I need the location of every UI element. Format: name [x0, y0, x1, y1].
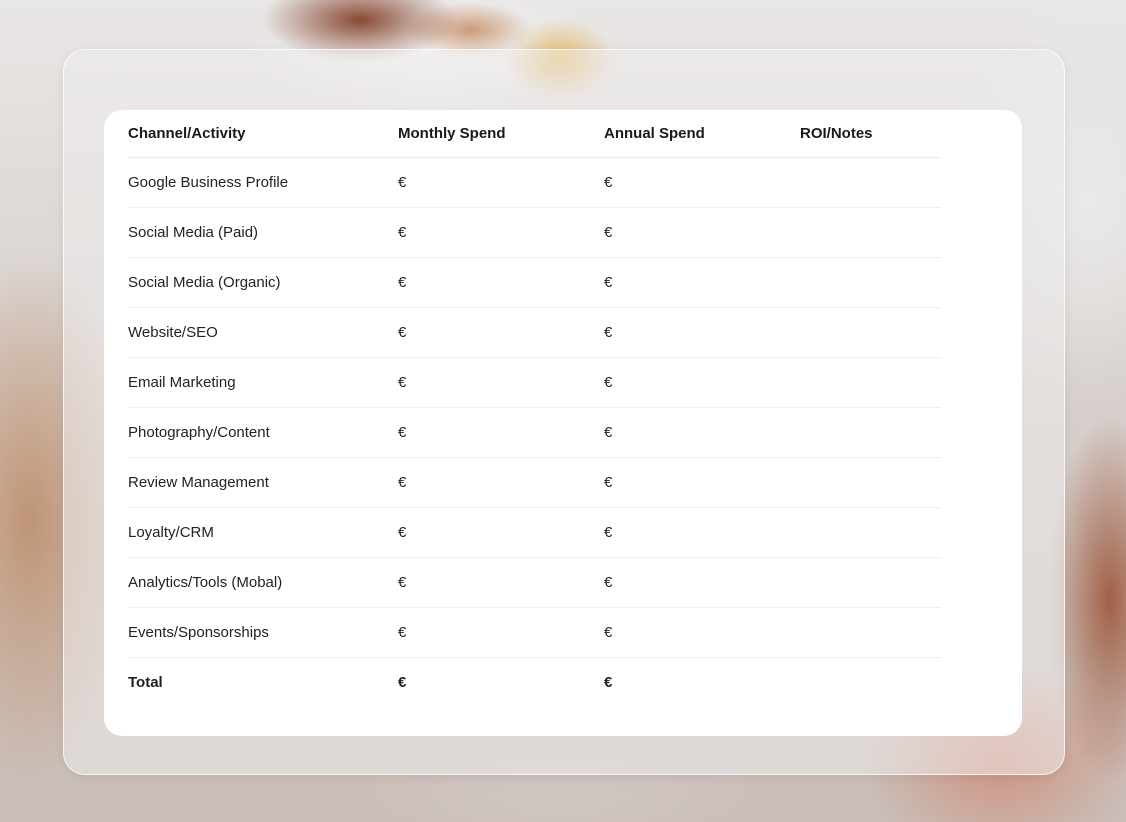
table-row: Loyalty/CRM € €	[128, 507, 941, 558]
cell-notes	[800, 507, 941, 558]
table-row: Google Business Profile € €	[128, 157, 941, 208]
cell-notes	[800, 407, 941, 458]
cell-channel: Analytics/Tools (Mobal)	[128, 557, 398, 608]
table-row: Email Marketing € €	[128, 357, 941, 408]
header-roi-notes: ROI/Notes	[800, 110, 941, 158]
cell-notes	[800, 457, 941, 508]
cell-channel: Photography/Content	[128, 407, 398, 458]
cell-monthly: €	[398, 357, 604, 408]
cell-annual: €	[604, 407, 800, 458]
cell-notes	[800, 357, 941, 408]
table-row: Review Management € €	[128, 457, 941, 508]
cell-monthly: €	[398, 607, 604, 658]
cell-annual: €	[604, 307, 800, 358]
header-monthly-spend: Monthly Spend	[398, 110, 604, 158]
cell-channel: Google Business Profile	[128, 157, 398, 208]
table-row: Analytics/Tools (Mobal) € €	[128, 557, 941, 608]
total-row: Total € €	[128, 658, 941, 708]
cell-notes	[800, 557, 941, 608]
cell-annual: €	[604, 157, 800, 208]
budget-table-card: Channel/Activity Monthly Spend Annual Sp…	[104, 110, 1022, 736]
cell-notes	[800, 257, 941, 308]
cell-channel: Email Marketing	[128, 357, 398, 408]
table-row: Social Media (Organic) € €	[128, 257, 941, 308]
table-row: Photography/Content € €	[128, 407, 941, 458]
cell-monthly: €	[398, 307, 604, 358]
cell-channel: Review Management	[128, 457, 398, 508]
table-row: Events/Sponsorships € €	[128, 607, 941, 658]
total-notes	[800, 658, 941, 708]
cell-annual: €	[604, 457, 800, 508]
cell-monthly: €	[398, 157, 604, 208]
total-monthly: €	[398, 674, 407, 691]
marketing-budget-table: Channel/Activity Monthly Spend Annual Sp…	[128, 110, 941, 707]
cell-annual: €	[604, 507, 800, 558]
total-annual: €	[604, 674, 613, 691]
cell-notes	[800, 157, 941, 208]
cell-annual: €	[604, 357, 800, 408]
cell-notes	[800, 607, 941, 658]
total-label: Total	[128, 674, 163, 691]
cell-monthly: €	[398, 207, 604, 258]
cell-monthly: €	[398, 257, 604, 308]
cell-channel: Social Media (Paid)	[128, 207, 398, 258]
header-channel-activity: Channel/Activity	[128, 110, 398, 158]
cell-monthly: €	[398, 457, 604, 508]
cell-monthly: €	[398, 557, 604, 608]
table-row: Website/SEO € €	[128, 307, 941, 358]
cell-channel: Website/SEO	[128, 307, 398, 358]
cell-channel: Loyalty/CRM	[128, 507, 398, 558]
table-header-row: Channel/Activity Monthly Spend Annual Sp…	[128, 110, 941, 158]
table-row: Social Media (Paid) € €	[128, 207, 941, 258]
cell-notes	[800, 207, 941, 258]
header-annual-spend: Annual Spend	[604, 110, 800, 158]
cell-channel: Social Media (Organic)	[128, 257, 398, 308]
cell-channel: Events/Sponsorships	[128, 607, 398, 658]
cell-annual: €	[604, 207, 800, 258]
cell-notes	[800, 307, 941, 358]
cell-monthly: €	[398, 507, 604, 558]
cell-annual: €	[604, 557, 800, 608]
cell-monthly: €	[398, 407, 604, 458]
cell-annual: €	[604, 257, 800, 308]
cell-annual: €	[604, 607, 800, 658]
